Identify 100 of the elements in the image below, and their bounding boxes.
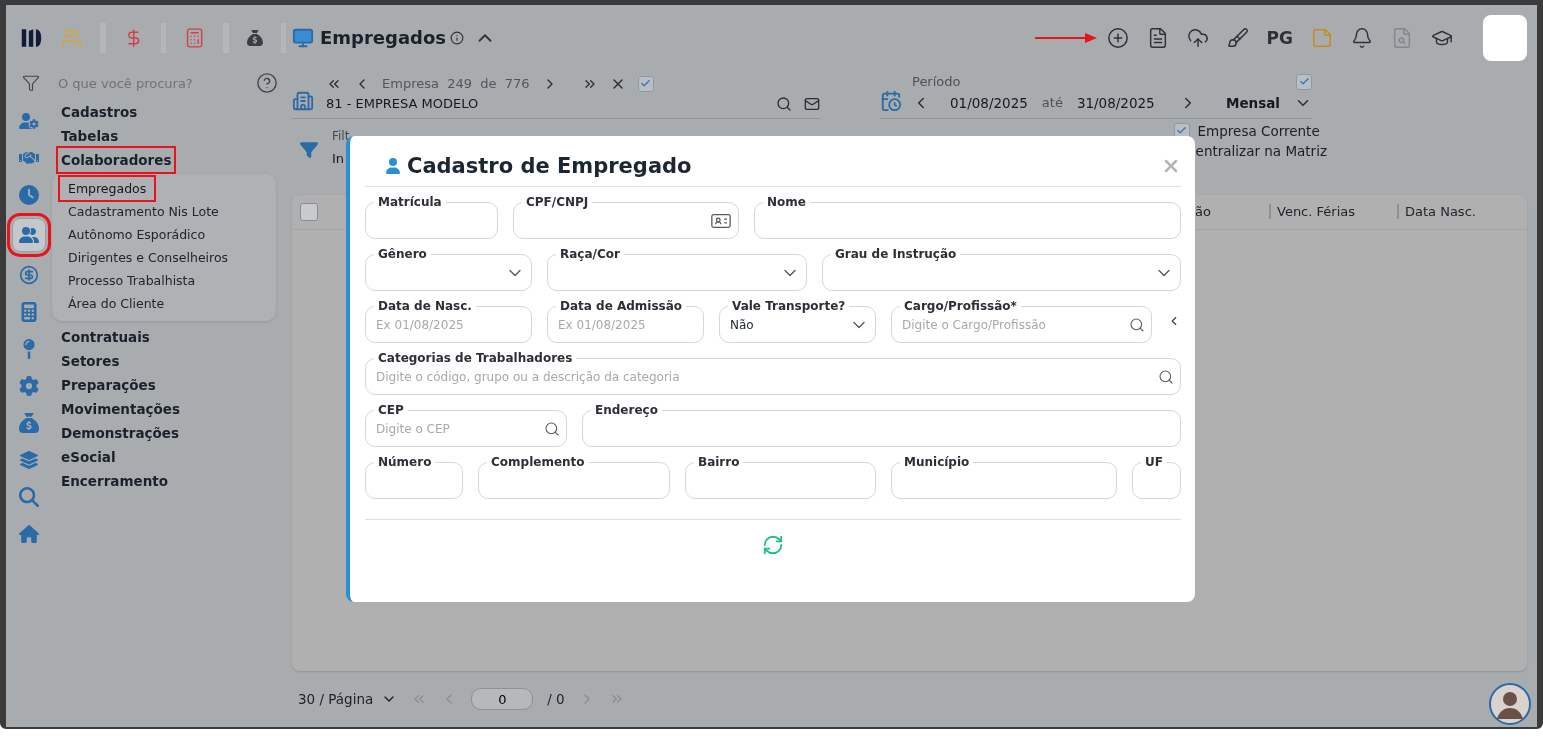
select-all-checkbox[interactable]: [300, 202, 318, 221]
submenu-item[interactable]: Dirigentes e Conselheiros: [60, 246, 237, 269]
filter-label: Filt: [332, 128, 350, 143]
checkbox[interactable]: [637, 75, 654, 92]
nav-item[interactable]: Preparações: [58, 373, 159, 397]
search-field[interactable]: Categorias de Trabalhadores Digite o código, grupo ou a descrição da categoria: [365, 351, 1181, 395]
text-field[interactable]: Número: [365, 455, 463, 499]
document-field[interactable]: CPF/CNPJ: [513, 195, 739, 239]
field-label: Gênero: [377, 247, 428, 261]
building-icon: [292, 89, 314, 112]
monitor-icon: [292, 26, 314, 49]
range-separator: até: [1041, 95, 1063, 111]
text-field[interactable]: Nome: [754, 195, 1181, 239]
dropdown-field[interactable]: Gênero: [365, 247, 532, 291]
blank-tile: [1483, 14, 1527, 61]
date-field[interactable]: Data de Nasc. Ex 01/08/2025: [365, 299, 532, 343]
text-input[interactable]: Ex 01/08/2025: [376, 313, 525, 336]
text-field[interactable]: Complemento: [478, 455, 670, 499]
start-date[interactable]: 01/08/2025: [950, 94, 1028, 111]
home-icon: [19, 524, 39, 544]
nav-item[interactable]: eSocial: [58, 445, 119, 469]
search-field[interactable]: O que você procura?: [56, 74, 240, 92]
search-icon: [1158, 368, 1174, 385]
checkbox[interactable]: [1296, 73, 1312, 90]
user-icon: [385, 158, 401, 174]
text-field[interactable]: Bairro: [685, 455, 876, 499]
field-label: Bairro: [697, 455, 741, 469]
text-input[interactable]: Não: [730, 313, 845, 336]
page-size-select[interactable]: 30 / Página: [298, 691, 398, 708]
modal-title: Cadastro de Empregado: [407, 154, 692, 178]
field-label: Endereço: [594, 403, 659, 417]
submenu-item[interactable]: Cadastramento Nis Lote: [60, 200, 227, 223]
field-label: Data de Admissão: [559, 299, 684, 313]
field-label: Nome: [766, 195, 807, 209]
field-label: Complemento: [490, 455, 586, 469]
page-input[interactable]: 0: [471, 688, 534, 711]
field-label: Número: [377, 455, 433, 469]
help-icon[interactable]: [256, 72, 278, 94]
submenu-item[interactable]: Processo Trabalhista: [60, 269, 204, 292]
field-label: Data de Nasc.: [377, 299, 473, 313]
clock-icon: [19, 185, 39, 205]
search-field[interactable]: Cargo/Profissão* Digite o Cargo/Profissão: [891, 299, 1152, 343]
filter-value[interactable]: In: [332, 150, 350, 166]
text-input[interactable]: Digite o CEP: [376, 417, 540, 440]
nav-item[interactable]: Contratuais: [58, 325, 153, 349]
nav-item[interactable]: Setores: [58, 349, 123, 373]
nav-item[interactable]: Tabelas: [58, 124, 122, 148]
submenu-item[interactable]: Autônomo Esporádico: [60, 223, 214, 246]
refresh-button[interactable]: [762, 534, 784, 556]
calculator-icon: [19, 302, 39, 322]
avatar-icon[interactable]: [1489, 683, 1531, 725]
text-input[interactable]: Ex 01/08/2025: [558, 313, 697, 336]
nav-item[interactable]: Demonstrações: [58, 421, 183, 445]
pg-button[interactable]: PG: [1264, 25, 1295, 50]
period-label: Período: [912, 74, 961, 90]
nav-item[interactable]: Colaboradores: [58, 148, 175, 172]
search-icon[interactable]: [776, 95, 792, 112]
nav-item[interactable]: Cadastros: [58, 100, 141, 124]
filter-icon[interactable]: [300, 140, 318, 159]
layers-icon: [19, 450, 39, 470]
field-label: CEP: [377, 403, 405, 417]
text-field[interactable]: Endereço: [582, 403, 1181, 447]
field-label: Vale Transporte?: [731, 299, 847, 313]
search-field[interactable]: CEP Digite o CEP: [365, 403, 567, 447]
period-mode[interactable]: Mensal: [1226, 94, 1280, 111]
option-label: Empresa Corrente: [1197, 122, 1320, 139]
text-field[interactable]: UF: [1132, 455, 1181, 499]
page-total: / 0: [547, 691, 565, 708]
dollar-coin-icon: [19, 265, 39, 285]
column-header[interactable]: Venc. Férias: [1269, 204, 1397, 219]
text-input[interactable]: Digite o código, grupo ou a descrição da categoria: [376, 365, 1154, 388]
logo-icon: [20, 26, 43, 50]
submenu-item[interactable]: Empregados: [60, 177, 155, 200]
submenu-item[interactable]: Área do Cliente: [60, 292, 173, 315]
text-field[interactable]: Matrícula: [365, 195, 498, 239]
money-bag-icon[interactable]: [246, 29, 263, 47]
date-field[interactable]: Data de Admissão Ex 01/08/2025: [547, 299, 704, 343]
column-header[interactable]: Data Nasc.: [1397, 204, 1527, 219]
field-label: UF: [1144, 455, 1164, 469]
search-icon: [544, 420, 560, 437]
field-label: Grau de Instrução: [834, 247, 958, 261]
dropdown-field[interactable]: Raça/Cor: [547, 247, 807, 291]
mail-icon[interactable]: [804, 95, 820, 112]
calendar-icon: [880, 89, 902, 112]
dropdown-field[interactable]: Grau de Instrução: [822, 247, 1181, 291]
text-field[interactable]: Município: [891, 455, 1117, 499]
filter-icon[interactable]: [22, 74, 40, 92]
page-title: Empregados: [320, 27, 447, 49]
nav-item[interactable]: Encerramento: [58, 469, 171, 493]
refresh-icon: [762, 534, 784, 556]
dropdown-field[interactable]: Vale Transporte? Não: [719, 299, 876, 343]
info-icon[interactable]: [450, 30, 465, 45]
option-label: entralizar na Matriz: [1195, 142, 1327, 159]
field-label: CPF/CNPJ: [525, 195, 590, 209]
user-gear-icon: [19, 111, 39, 131]
users-icon: [19, 225, 39, 245]
text-input[interactable]: Digite o Cargo/Profissão: [902, 313, 1125, 336]
end-date[interactable]: 31/08/2025: [1076, 94, 1155, 111]
money-bag-icon: [19, 413, 39, 433]
nav-item[interactable]: Movimentações: [58, 397, 183, 421]
